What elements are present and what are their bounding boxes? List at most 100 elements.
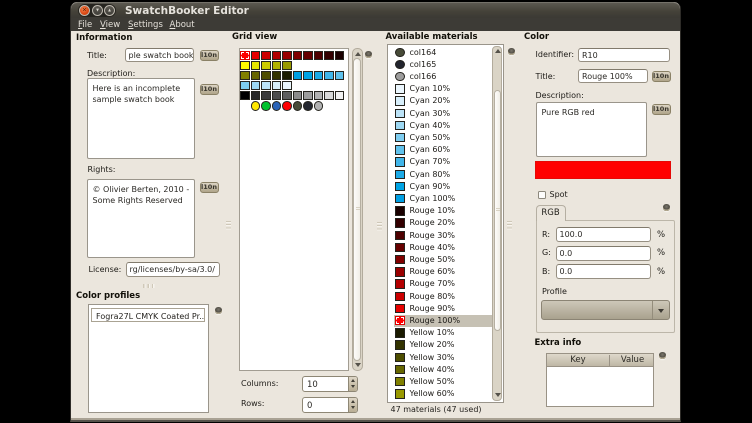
grid-swatch-45[interactable] bbox=[303, 101, 313, 111]
material-row-cyan-60-[interactable]: Cyan 60% bbox=[394, 144, 494, 156]
material-row-col166[interactable]: col166 bbox=[394, 71, 494, 83]
grid-swatch-7[interactable] bbox=[314, 51, 324, 60]
grid-swatch-13[interactable] bbox=[272, 61, 282, 70]
tab-rgb[interactable]: RGB bbox=[536, 205, 566, 221]
grid-swatch-34[interactable] bbox=[282, 91, 292, 100]
material-row-yellow-40-[interactable]: Yellow 40% bbox=[394, 364, 494, 376]
material-row-rouge-60-[interactable]: Rouge 60% bbox=[394, 266, 494, 278]
grid-swatch-29[interactable] bbox=[282, 81, 292, 90]
grid-swatch-37[interactable] bbox=[314, 91, 324, 100]
channel-r-input[interactable]: 100.0 bbox=[556, 227, 651, 242]
material-row-cyan-30-[interactable]: Cyan 30% bbox=[394, 108, 494, 120]
materials-scrollbar-thumb[interactable] bbox=[494, 90, 501, 331]
close-button[interactable]: ✕ bbox=[79, 5, 90, 16]
columns-spin-buttons[interactable] bbox=[348, 377, 357, 391]
grid-swatch-36[interactable] bbox=[303, 91, 313, 100]
profile-dropdown-button[interactable] bbox=[652, 301, 669, 319]
menu-file[interactable]: File bbox=[78, 20, 92, 30]
rgb-settings-icon[interactable] bbox=[663, 204, 670, 211]
grid-swatch-32[interactable] bbox=[261, 91, 271, 100]
grid-swatch-21[interactable] bbox=[303, 71, 313, 80]
grid-swatch-11[interactable] bbox=[251, 61, 261, 70]
license-input[interactable]: rg/licenses/by-sa/3.0/ bbox=[126, 262, 220, 277]
grid-swatch-16[interactable] bbox=[251, 71, 261, 80]
grid-swatch-28[interactable] bbox=[272, 81, 282, 90]
material-row-rouge-10-[interactable]: Rouge 10% bbox=[394, 205, 494, 217]
material-row-cyan-90-[interactable]: Cyan 90% bbox=[394, 181, 494, 193]
description-textarea[interactable]: Here is an incomplete sample swatch book bbox=[87, 78, 196, 159]
grid-swatch-2[interactable] bbox=[261, 51, 271, 60]
maximize-button[interactable]: ▴ bbox=[104, 5, 115, 16]
pane-grip-horizontal[interactable] bbox=[143, 284, 155, 288]
rows-spinbox[interactable]: 0 bbox=[302, 397, 358, 413]
grid-swatch-9[interactable] bbox=[335, 51, 345, 60]
grid-swatch-1[interactable] bbox=[251, 51, 261, 60]
menu-about[interactable]: About bbox=[170, 20, 195, 30]
columns-spinbox[interactable]: 10 bbox=[302, 376, 358, 392]
grid-swatch-19[interactable] bbox=[282, 71, 292, 80]
grid-swatch-6[interactable] bbox=[303, 51, 313, 60]
material-row-col165[interactable]: col165 bbox=[394, 59, 494, 71]
material-row-cyan-40-[interactable]: Cyan 40% bbox=[394, 120, 494, 132]
material-row-rouge-70-[interactable]: Rouge 70% bbox=[394, 278, 494, 290]
color-settings-icon[interactable] bbox=[508, 48, 515, 55]
grid-scrollbar-thumb[interactable] bbox=[353, 58, 361, 361]
material-row-cyan-80-[interactable]: Cyan 80% bbox=[394, 169, 494, 181]
grid-swatch-33[interactable] bbox=[272, 91, 282, 100]
grid-scroll-down-icon[interactable] bbox=[355, 363, 361, 367]
grid-swatch-24[interactable] bbox=[335, 71, 345, 80]
grid-swatch-26[interactable] bbox=[251, 81, 261, 90]
rows-spin-buttons[interactable] bbox=[348, 398, 357, 412]
pane-grip-materials-color[interactable] bbox=[507, 221, 512, 230]
grid-swatch-12[interactable] bbox=[261, 61, 271, 70]
grid-swatch-23[interactable] bbox=[324, 71, 334, 80]
grid-swatch-10[interactable] bbox=[240, 61, 250, 70]
profiles-settings-icon[interactable] bbox=[215, 307, 222, 314]
color-description-textarea[interactable]: Pure RGB red bbox=[536, 102, 647, 157]
material-row-cyan-50-[interactable]: Cyan 50% bbox=[394, 132, 494, 144]
color-profiles-list[interactable]: Fogra27L CMYK Coated Pr... bbox=[88, 304, 209, 413]
rights-l10n-button[interactable]: l10n bbox=[200, 182, 219, 193]
material-row-yellow-10-[interactable]: Yellow 10% bbox=[394, 327, 494, 339]
material-row-rouge-100-[interactable]: Rouge 100% bbox=[394, 315, 494, 327]
extra-info-col-value[interactable]: Value bbox=[611, 355, 654, 365]
materials-scrollbar[interactable] bbox=[492, 46, 502, 401]
pane-grip-info-grid[interactable] bbox=[226, 221, 231, 230]
materials-scroll-up-icon[interactable] bbox=[495, 49, 501, 53]
grid-swatch-42[interactable] bbox=[272, 101, 282, 111]
grid-swatch-44[interactable] bbox=[293, 101, 303, 111]
grid-scroll-up-icon[interactable] bbox=[355, 52, 361, 56]
channel-g-input[interactable]: 0.0 bbox=[556, 246, 651, 261]
description-l10n-button[interactable]: l10n bbox=[200, 84, 219, 95]
color-title-input[interactable]: Rouge 100% bbox=[578, 69, 648, 83]
channel-b-input[interactable]: 0.0 bbox=[556, 264, 651, 279]
material-row-yellow-60-[interactable]: Yellow 60% bbox=[394, 388, 494, 400]
grid-swatch-3[interactable] bbox=[272, 51, 282, 60]
grid-swatch-30[interactable] bbox=[240, 91, 250, 100]
color-description-l10n-button[interactable]: l10n bbox=[652, 104, 671, 115]
grid-swatch-20[interactable] bbox=[293, 71, 303, 80]
material-row-cyan-20-[interactable]: Cyan 20% bbox=[394, 95, 494, 107]
material-row-rouge-20-[interactable]: Rouge 20% bbox=[394, 217, 494, 229]
grid-swatch-39[interactable] bbox=[335, 91, 345, 100]
pane-grip-grid-materials[interactable] bbox=[377, 222, 382, 231]
material-row-yellow-20-[interactable]: Yellow 20% bbox=[394, 339, 494, 351]
grid-swatch-4[interactable] bbox=[282, 51, 292, 60]
grid-swatch-8[interactable] bbox=[324, 51, 334, 60]
material-row-cyan-10-[interactable]: Cyan 10% bbox=[394, 83, 494, 95]
grid-swatch-18[interactable] bbox=[272, 71, 282, 80]
color-title-l10n-button[interactable]: l10n bbox=[652, 71, 671, 82]
identifier-input[interactable]: R10 bbox=[578, 48, 670, 62]
grid-swatch-5[interactable] bbox=[293, 51, 303, 60]
color-profile-row[interactable]: Fogra27L CMYK Coated Pr... bbox=[91, 308, 205, 322]
grid-swatch-43[interactable] bbox=[282, 101, 292, 111]
menu-view[interactable]: View bbox=[100, 20, 120, 30]
grid-swatch-25[interactable] bbox=[240, 81, 250, 90]
grid-swatch-0[interactable] bbox=[240, 51, 250, 60]
materials-list[interactable]: col164col165col166Cyan 10%Cyan 20%Cyan 3… bbox=[387, 44, 504, 403]
material-row-rouge-50-[interactable]: Rouge 50% bbox=[394, 254, 494, 266]
rights-textarea[interactable]: © Olivier Berten, 2010 - Some Rights Res… bbox=[87, 179, 196, 258]
grid-swatch-27[interactable] bbox=[261, 81, 271, 90]
menu-settings[interactable]: Settings bbox=[128, 20, 163, 30]
grid-settings-icon[interactable] bbox=[365, 51, 372, 58]
